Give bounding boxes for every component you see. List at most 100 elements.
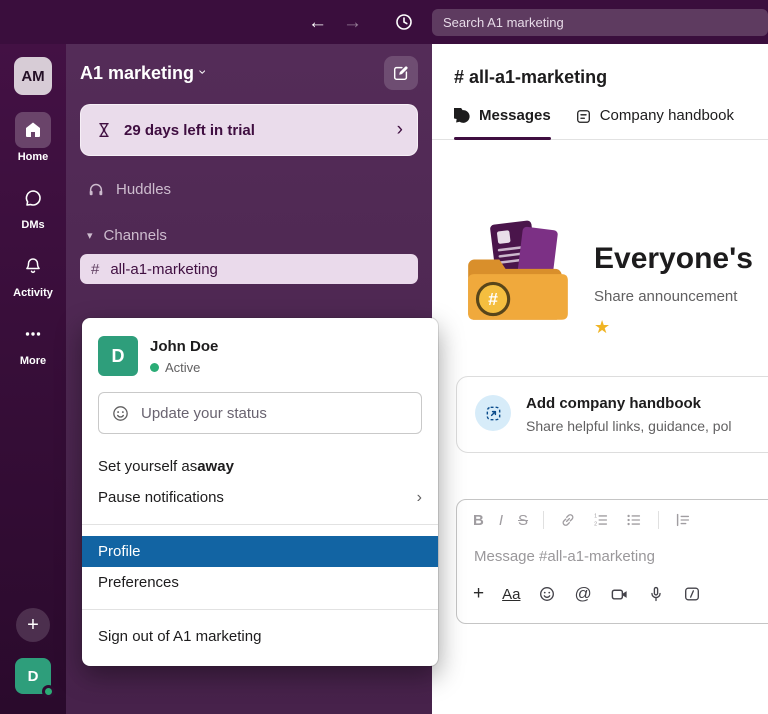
presence-label: Active [165, 360, 200, 375]
channel-name: all-a1-marketing [110, 261, 218, 278]
trial-banner[interactable]: 29 days left in trial › [80, 104, 418, 156]
user-menu-header: D John Doe Active [82, 336, 438, 376]
search-input[interactable]: Search A1 marketing [432, 9, 768, 36]
create-new-button[interactable]: + [16, 608, 50, 642]
shortcuts-button[interactable] [683, 585, 701, 603]
channel-title[interactable]: # all-a1-marketing [432, 44, 768, 88]
sidebar-item-huddles[interactable]: Huddles [80, 173, 418, 205]
rail-item-more[interactable]: More [15, 316, 51, 367]
message-input[interactable]: Message #all-a1-marketing [469, 532, 768, 579]
message-placeholder: Message #all-a1-marketing [474, 548, 655, 565]
channel-folder-illustration: # [466, 218, 570, 326]
channels-label: Channels [104, 227, 167, 244]
card-subtitle: Share helpful links, guidance, pol [526, 418, 731, 434]
rail-item-label: Home [18, 151, 49, 163]
profile-label: Profile [98, 543, 141, 560]
new-message-button[interactable] [384, 56, 418, 90]
chevron-right-icon: › [417, 489, 422, 507]
strikethrough-button[interactable]: S [518, 512, 528, 529]
rail-item-dms[interactable]: DMs [15, 180, 51, 231]
away-prefix: Set yourself as [98, 458, 197, 475]
rail-item-label: Activity [13, 287, 53, 299]
smiley-icon [111, 404, 130, 423]
sidebar-channel-all-a1-marketing[interactable]: # all-a1-marketing [80, 254, 418, 284]
menu-item-set-away[interactable]: Set yourself as away [82, 451, 438, 482]
formatting-toggle-button[interactable]: Aa [502, 586, 520, 603]
plus-icon: + [27, 614, 39, 637]
hero-title: Everyone's [594, 242, 753, 276]
home-icon [15, 112, 51, 148]
video-button[interactable] [610, 585, 629, 604]
user-menu-items: Set yourself as away Pause notifications… [82, 451, 438, 652]
history-clock-icon[interactable] [394, 12, 414, 32]
chevron-right-icon: › [397, 119, 403, 141]
workspace-avatar[interactable]: AM [14, 57, 52, 95]
mention-button[interactable]: @ [574, 584, 591, 604]
svg-text:1: 1 [594, 514, 597, 520]
link-button[interactable] [559, 511, 577, 529]
menu-item-profile[interactable]: Profile [82, 536, 438, 567]
chevron-down-icon: › [201, 64, 206, 82]
ordered-list-button[interactable]: 12 [592, 511, 610, 529]
top-bar: ← → Search A1 marketing [0, 0, 768, 44]
menu-item-pause-notifications[interactable]: Pause notifications › [82, 482, 438, 513]
status-placeholder: Update your status [141, 405, 267, 422]
channel-intro: # Everyone's Share announcement ★ [432, 218, 768, 338]
add-handbook-card[interactable]: Add company handbook Share helpful links… [456, 376, 768, 453]
presence-status: Active [150, 360, 218, 375]
composer-actions: + Aa @ [469, 579, 768, 615]
emoji-button[interactable] [538, 585, 556, 603]
bell-icon [15, 248, 51, 284]
sign-out-label: Sign out of A1 marketing [98, 628, 261, 645]
star-icon: ★ [594, 317, 753, 338]
workspace-name[interactable]: A1 marketing [80, 63, 194, 84]
headphones-icon [87, 180, 105, 198]
menu-item-preferences[interactable]: Preferences [82, 567, 438, 598]
active-dot-icon [150, 363, 159, 372]
history-forward-icon[interactable]: → [343, 13, 362, 32]
pause-label: Pause notifications [98, 489, 224, 506]
audio-button[interactable] [647, 585, 665, 603]
chat-bubble-icon [15, 180, 51, 216]
tab-company-handbook[interactable]: Company handbook [575, 106, 734, 139]
bold-button[interactable]: B [473, 512, 484, 529]
history-controls: ← → [0, 12, 432, 32]
rail-item-label: DMs [21, 219, 44, 231]
presence-dot [42, 685, 55, 698]
svg-text:2: 2 [594, 522, 597, 528]
card-title: Add company handbook [526, 395, 731, 412]
toolbar-divider [658, 511, 659, 529]
workspace-rail: AM Home DMs Activity More + D [0, 44, 66, 714]
bullet-list-button[interactable] [625, 511, 643, 529]
chevron-down-icon: ▾ [87, 229, 93, 242]
rail-item-activity[interactable]: Activity [13, 248, 53, 299]
more-dots-icon [15, 316, 51, 352]
menu-divider [82, 609, 438, 610]
canvas-icon [475, 395, 511, 431]
handbook-icon [575, 108, 592, 125]
card-text: Add company handbook Share helpful links… [526, 395, 731, 434]
messages-icon [454, 108, 471, 125]
italic-button[interactable]: I [499, 512, 503, 529]
hero-text: Everyone's Share announcement ★ [594, 218, 753, 338]
tab-bar: Messages Company handbook [432, 106, 768, 140]
huddles-label: Huddles [116, 181, 171, 198]
rail-item-home[interactable]: Home [15, 112, 51, 163]
preferences-label: Preferences [98, 574, 179, 591]
main-panel: # all-a1-marketing Messages Company hand… [432, 44, 768, 714]
status-input[interactable]: Update your status [98, 392, 422, 434]
menu-divider [82, 524, 438, 525]
blockquote-button[interactable] [674, 511, 692, 529]
attach-button[interactable]: + [473, 583, 484, 605]
tab-messages[interactable]: Messages [454, 106, 551, 139]
menu-item-sign-out[interactable]: Sign out of A1 marketing [82, 621, 438, 652]
search-placeholder: Search A1 marketing [443, 15, 564, 30]
history-back-icon[interactable]: ← [308, 13, 327, 32]
menu-user-avatar: D [98, 336, 138, 376]
user-menu: D John Doe Active Update your status Set… [82, 318, 438, 666]
message-composer[interactable]: B I S 12 Message #all-a1-marketing + Aa [456, 499, 768, 624]
user-avatar[interactable]: D [15, 658, 51, 694]
user-initial: D [28, 668, 39, 685]
toolbar-divider [543, 511, 544, 529]
channels-section-header[interactable]: ▾ Channels [80, 219, 418, 251]
